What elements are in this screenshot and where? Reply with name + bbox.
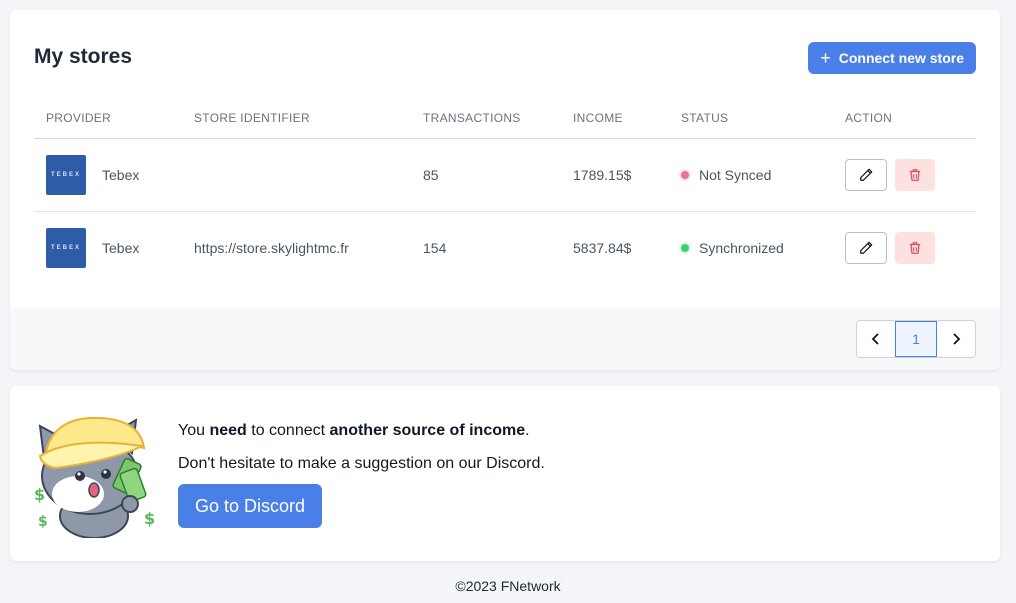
store-identifier-cell: https://store.skylightmc.fr xyxy=(194,239,349,256)
page-title: My stores xyxy=(34,45,133,68)
plus-icon: + xyxy=(820,48,831,68)
delete-store-button[interactable] xyxy=(895,158,935,191)
promo-emphasis: need xyxy=(209,422,247,439)
promo-text: . xyxy=(525,422,530,439)
pencil-icon xyxy=(860,168,873,181)
column-header-action: ACTION xyxy=(833,98,976,139)
status-cell: Not Synced xyxy=(669,138,833,212)
go-to-discord-button[interactable]: Go to Discord xyxy=(178,484,322,528)
store-identifier-cell xyxy=(182,138,411,212)
promo-emphasis: another source of income xyxy=(329,422,526,439)
svg-text:$: $ xyxy=(34,485,45,504)
provider-cell: TEBEX Tebex xyxy=(34,211,182,284)
action-cell xyxy=(833,138,976,212)
connect-new-store-button[interactable]: + Connect new store xyxy=(808,42,976,74)
promo-text: You xyxy=(178,422,210,439)
pagination-page-1[interactable]: 1 xyxy=(895,321,937,357)
trash-icon xyxy=(909,241,921,254)
promo-text: to connect xyxy=(246,422,330,439)
promo-message: You need to connect another source of in… xyxy=(178,422,530,440)
status-cell: Synchronized xyxy=(669,211,833,284)
income-cell: 1789.15$ xyxy=(561,138,669,212)
provider-name: Tebex xyxy=(102,166,140,183)
table-footer: 1 xyxy=(10,308,1000,370)
status-badge: Not Synced xyxy=(699,166,772,183)
pencil-icon xyxy=(860,241,873,254)
status-badge: Synchronized xyxy=(699,239,784,256)
promo-suggestion: Don't hesitate to make a suggestion on o… xyxy=(178,455,545,472)
column-header-transactions: TRANSACTIONS xyxy=(411,98,561,139)
svg-text:$: $ xyxy=(38,514,48,530)
chevron-left-icon xyxy=(871,333,879,345)
promo-card: $ $ $ You need to connect another source… xyxy=(10,386,1000,561)
status-dot-icon xyxy=(681,170,689,179)
action-cell xyxy=(833,211,976,284)
transactions-cell: 154 xyxy=(423,239,447,256)
copyright: ©2023 FNetwork xyxy=(455,578,561,594)
chevron-right-icon xyxy=(953,333,961,345)
tebex-logo: TEBEX xyxy=(46,227,86,268)
transactions-cell: 85 xyxy=(411,138,561,212)
stores-table: PROVIDER STORE IDENTIFIER TRANSACTIONS I… xyxy=(34,98,976,284)
tebex-logo: TEBEX xyxy=(46,154,86,195)
edit-store-button[interactable] xyxy=(845,158,887,191)
table-row: TEBEX Tebex https://store.skylightmc.fr … xyxy=(34,211,976,284)
table-row: TEBEX Tebex 85 1789.15$ Not Synced xyxy=(34,138,976,212)
pagination: 1 xyxy=(856,320,976,358)
column-header-provider: PROVIDER xyxy=(34,98,182,139)
edit-store-button[interactable] xyxy=(845,231,887,264)
svg-text:$: $ xyxy=(144,509,155,528)
trash-icon xyxy=(909,168,921,181)
connect-new-store-label: Connect new store xyxy=(838,50,964,66)
column-header-store-identifier: STORE IDENTIFIER xyxy=(182,98,411,139)
column-header-status: STATUS xyxy=(669,98,833,139)
column-header-income: INCOME xyxy=(561,98,669,139)
provider-cell: TEBEX Tebex xyxy=(34,138,182,212)
stores-card: My stores + Connect new store PROVIDER S… xyxy=(10,10,1000,370)
income-cell: 5837.84$ xyxy=(573,239,632,256)
pagination-prev-button[interactable] xyxy=(857,321,895,357)
provider-name: Tebex xyxy=(102,239,140,256)
delete-store-button[interactable] xyxy=(895,231,935,264)
status-dot-icon xyxy=(681,243,689,252)
cat-mascot-illustration: $ $ $ xyxy=(34,416,155,538)
table-header-row: PROVIDER STORE IDENTIFIER TRANSACTIONS I… xyxy=(34,98,976,139)
pagination-next-button[interactable] xyxy=(937,321,975,357)
